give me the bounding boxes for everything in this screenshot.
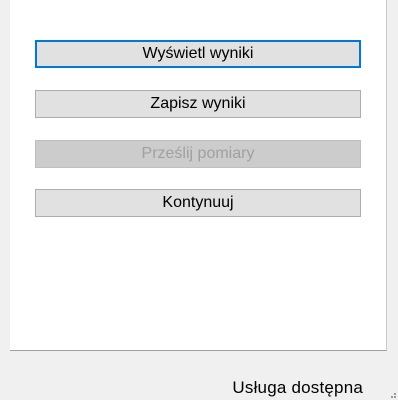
actions-panel: Wyświetl wyniki Zapisz wyniki Prześlij p…	[10, 0, 387, 351]
resize-grip-icon[interactable]	[388, 390, 396, 398]
status-text: Usługa dostępna	[232, 378, 363, 397]
send-measurements-button: Prześlij pomiary	[35, 140, 361, 168]
continue-button[interactable]: Kontynuuj	[35, 189, 361, 217]
dialog-window: Wyświetl wyniki Zapisz wyniki Prześlij p…	[0, 0, 398, 400]
save-results-button[interactable]: Zapisz wyniki	[35, 90, 361, 118]
status-bar: Usługa dostępna	[10, 356, 387, 400]
show-results-button[interactable]: Wyświetl wyniki	[35, 40, 361, 68]
